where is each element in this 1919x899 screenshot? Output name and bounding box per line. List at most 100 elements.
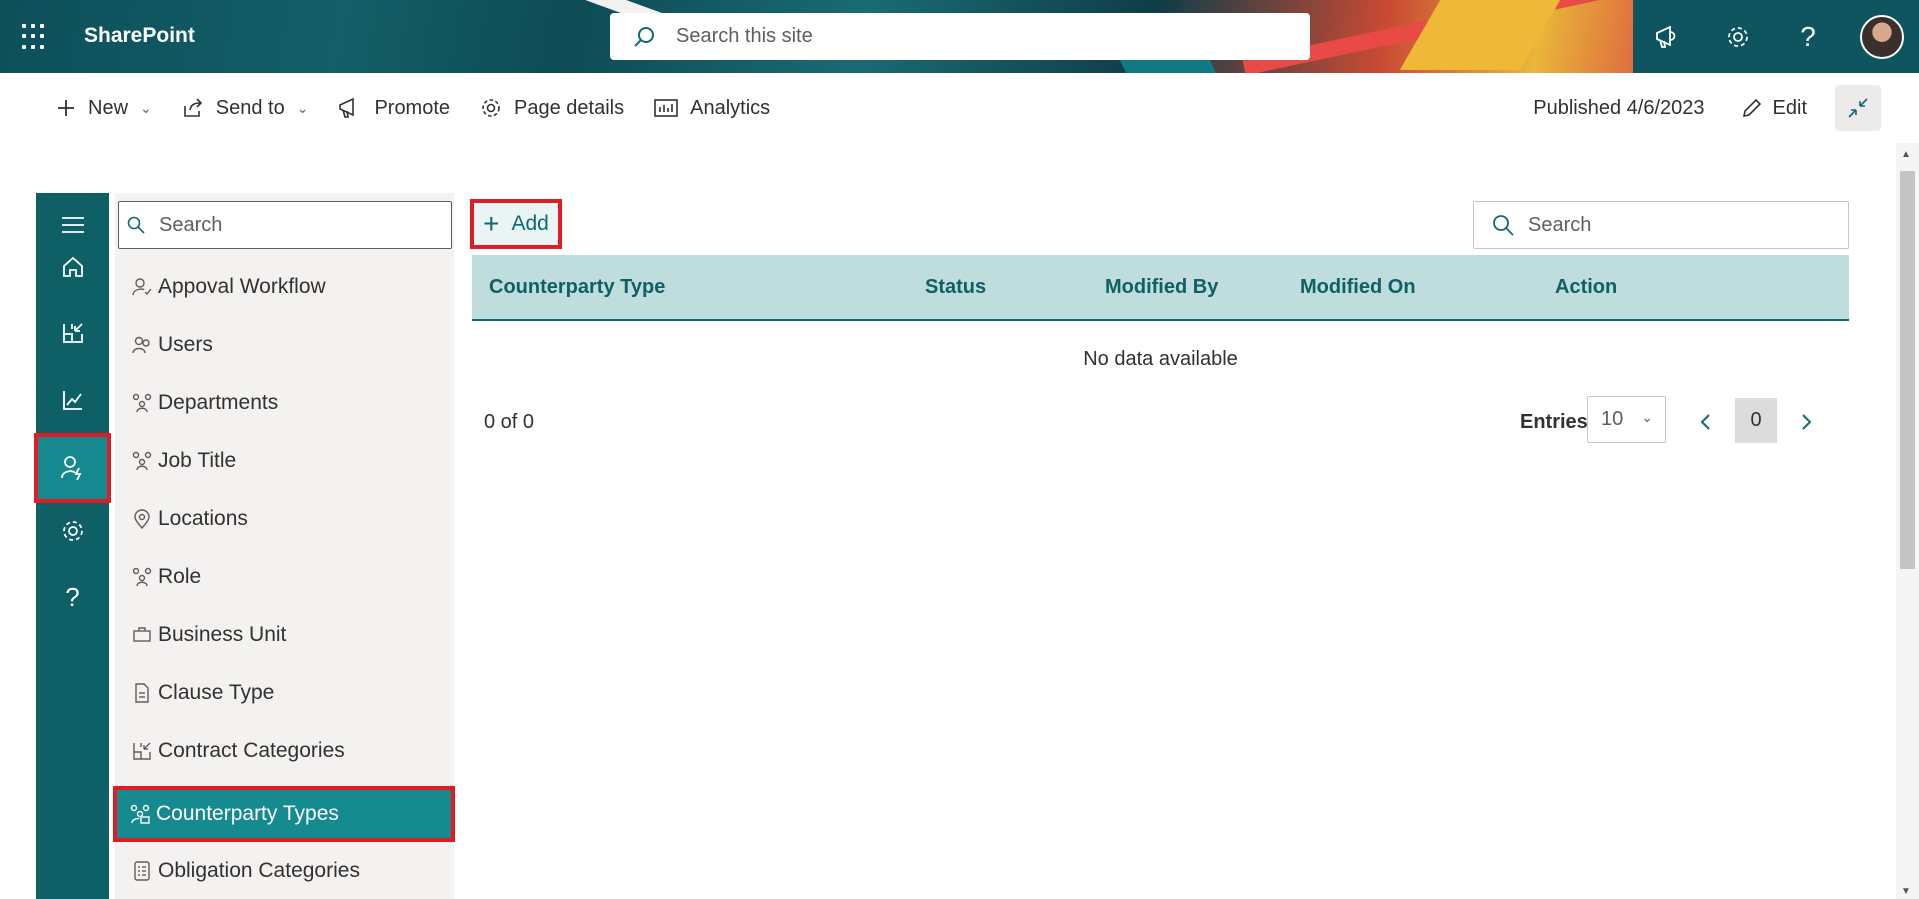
command-bar: New ⌄ Send to ⌄ Promote Page details Ana…: [0, 73, 1919, 143]
table-search-placeholder: Search: [1528, 213, 1592, 236]
categories-icon: [133, 742, 151, 760]
analytics-icon[interactable]: [36, 368, 109, 432]
plus-icon: +: [483, 208, 500, 239]
nav-item-role[interactable]: Role: [115, 549, 454, 605]
nav-item-counterparty-types[interactable]: Counterparty Types: [113, 786, 455, 842]
previous-page-button[interactable]: [1690, 404, 1720, 440]
entries-value: 10: [1601, 408, 1624, 430]
scroll-down-icon[interactable]: ▼: [1901, 886, 1911, 897]
chevron-down-icon: ⌄: [1641, 409, 1653, 425]
table-search-input[interactable]: Search: [1473, 201, 1849, 249]
published-status: Published 4/6/2023: [1533, 96, 1705, 119]
avatar[interactable]: [1860, 15, 1904, 59]
settings-icon[interactable]: [36, 499, 109, 563]
document-icon: [135, 683, 149, 703]
nav-item-approval-workflow[interactable]: Appoval Workflow: [115, 259, 454, 315]
help-icon[interactable]: ?: [1773, 0, 1843, 73]
admin-nav-panel: Search Appoval Workflow Users Department…: [113, 193, 455, 899]
business-unit-icon: [133, 627, 151, 642]
icon-rail: ?: [34, 193, 111, 899]
pencil-icon: [1742, 98, 1761, 118]
banner-decoration: [1399, 0, 1561, 70]
table-header: Counterparty Type Status Modified By Mod…: [472, 255, 1849, 321]
gear-icon: [482, 99, 500, 117]
share-icon: [183, 98, 202, 117]
nav-item-departments[interactable]: Departments: [115, 375, 454, 431]
plus-icon: [58, 100, 74, 116]
app-launcher-icon[interactable]: [22, 24, 48, 50]
column-header-modified-on[interactable]: Modified On: [1300, 276, 1416, 299]
search-icon: [1493, 215, 1514, 236]
nav-item-label: Obligation Categories: [158, 859, 360, 882]
add-button[interactable]: + Add: [470, 199, 562, 249]
scrollbar-thumb[interactable]: [1900, 171, 1915, 569]
nav-item-label: Job Title: [158, 449, 237, 472]
entries-label: Entries: [1520, 411, 1588, 433]
next-page-button[interactable]: [1792, 404, 1822, 440]
help-icon[interactable]: ?: [36, 565, 109, 629]
checklist-icon: [134, 861, 150, 881]
collapse-icon: [1848, 98, 1868, 118]
nav-item-label: Departments: [158, 391, 279, 414]
entries-select[interactable]: 10 ⌄: [1587, 396, 1666, 443]
page-details-label: Page details: [514, 96, 625, 119]
column-header-modified-by[interactable]: Modified By: [1105, 276, 1218, 299]
page-number-button[interactable]: 0: [1735, 398, 1777, 443]
home-icon[interactable]: [36, 235, 109, 299]
nav-search-placeholder: Search: [159, 213, 223, 236]
contract-categories-icon[interactable]: [36, 301, 109, 365]
scroll-up-icon[interactable]: ▲: [1901, 149, 1911, 160]
vertical-scrollbar[interactable]: ▲ ▼: [1896, 143, 1919, 899]
nav-item-label: Locations: [158, 507, 248, 530]
nav-search-input[interactable]: Search: [118, 201, 452, 249]
chevron-left-icon: [1700, 414, 1710, 430]
column-header-action: Action: [1555, 276, 1618, 298]
page-details-button[interactable]: Page details: [480, 88, 624, 128]
send-to-label: Send to: [215, 96, 285, 119]
chevron-right-icon: [1802, 414, 1812, 430]
nav-item-label: Clause Type: [158, 681, 275, 704]
add-label: Add: [511, 212, 549, 235]
new-label: New: [88, 96, 129, 119]
nav-item-obligation-categories[interactable]: Obligation Categories: [115, 843, 454, 899]
send-to-button[interactable]: Send to ⌄: [182, 88, 308, 128]
nav-item-label: Role: [158, 565, 202, 588]
promote-button[interactable]: Promote: [338, 88, 450, 128]
nav-item-job-title[interactable]: Job Title: [115, 433, 454, 489]
search-icon: [127, 216, 145, 234]
nav-item-label: Business Unit: [158, 623, 287, 646]
nav-item-users[interactable]: Users: [115, 317, 454, 373]
analytics-icon: [654, 99, 678, 117]
nav-item-contract-categories[interactable]: Contract Categories: [115, 723, 454, 779]
collapse-button[interactable]: [1835, 85, 1881, 131]
users-icon: [132, 336, 150, 354]
nav-item-label: Contract Categories: [158, 739, 345, 762]
megaphone-icon: [339, 97, 355, 118]
record-count: 0 of 0: [484, 411, 535, 433]
column-header-status[interactable]: Status: [925, 276, 986, 299]
site-search-placeholder: Search this site: [676, 25, 813, 47]
edit-button[interactable]: Edit: [1741, 97, 1807, 120]
edit-label: Edit: [1772, 96, 1807, 119]
search-icon: [634, 26, 654, 47]
nav-item-locations[interactable]: Locations: [115, 491, 454, 547]
megaphone-icon[interactable]: [1633, 0, 1703, 73]
promote-label: Promote: [374, 96, 451, 119]
counterparty-icon: [130, 804, 150, 824]
nav-item-label: Appoval Workflow: [158, 275, 326, 298]
nav-item-clause-type[interactable]: Clause Type: [115, 665, 454, 721]
analytics-button[interactable]: Analytics: [654, 88, 770, 128]
new-button[interactable]: New ⌄: [56, 88, 152, 128]
brand-title[interactable]: SharePoint: [84, 24, 195, 48]
chevron-down-icon: ⌄: [140, 99, 152, 116]
analytics-label: Analytics: [690, 96, 771, 119]
location-icon: [134, 509, 150, 529]
site-search-input[interactable]: Search this site: [610, 13, 1310, 60]
admin-users-icon[interactable]: [34, 433, 111, 503]
role-icon: [132, 567, 152, 587]
gear-icon[interactable]: [1703, 0, 1773, 73]
job-title-icon: [132, 451, 152, 471]
empty-state-text: No data available: [1083, 348, 1238, 370]
column-header-counterparty-type[interactable]: Counterparty Type: [489, 276, 665, 299]
nav-item-business-unit[interactable]: Business Unit: [115, 607, 454, 663]
